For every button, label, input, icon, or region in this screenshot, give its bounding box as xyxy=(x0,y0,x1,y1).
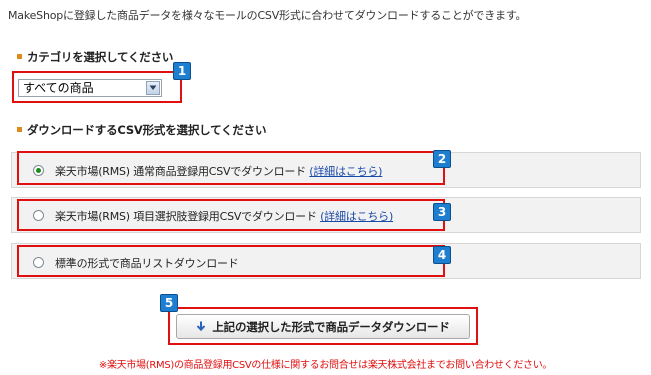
bullet-icon xyxy=(17,54,22,59)
intro-text: MakeShopに登録した商品データを様々なモールのCSV形式に合わせてダウンロ… xyxy=(8,9,527,22)
highlight-box-1 xyxy=(12,71,182,103)
format-section-title: ダウンロードするCSV形式を選択してください xyxy=(17,122,266,138)
step-badge-4: 4 xyxy=(433,246,451,264)
highlight-box-2 xyxy=(17,151,445,185)
step-badge-2: 2 xyxy=(433,150,451,168)
step-badge-1: 1 xyxy=(173,62,191,80)
arrow-down-icon xyxy=(197,321,206,332)
download-button-label: 上記の選択した形式で商品データダウンロード xyxy=(212,319,450,334)
footnote: ※楽天市場(RMS)の商品登録用CSVの仕様に関するお問合せは楽天株式会社までお… xyxy=(98,360,553,371)
highlight-box-4 xyxy=(17,245,445,277)
bullet-icon xyxy=(17,127,22,132)
category-section-title: カテゴリを選択してください xyxy=(17,49,173,65)
step-badge-3: 3 xyxy=(433,203,451,221)
highlight-box-3 xyxy=(17,199,445,231)
category-section-title-text: カテゴリを選択してください xyxy=(27,50,174,64)
step-badge-5: 5 xyxy=(160,294,178,312)
format-section-title-text: ダウンロードするCSV形式を選択してください xyxy=(27,123,267,137)
download-button[interactable]: 上記の選択した形式で商品データダウンロード xyxy=(176,314,470,339)
